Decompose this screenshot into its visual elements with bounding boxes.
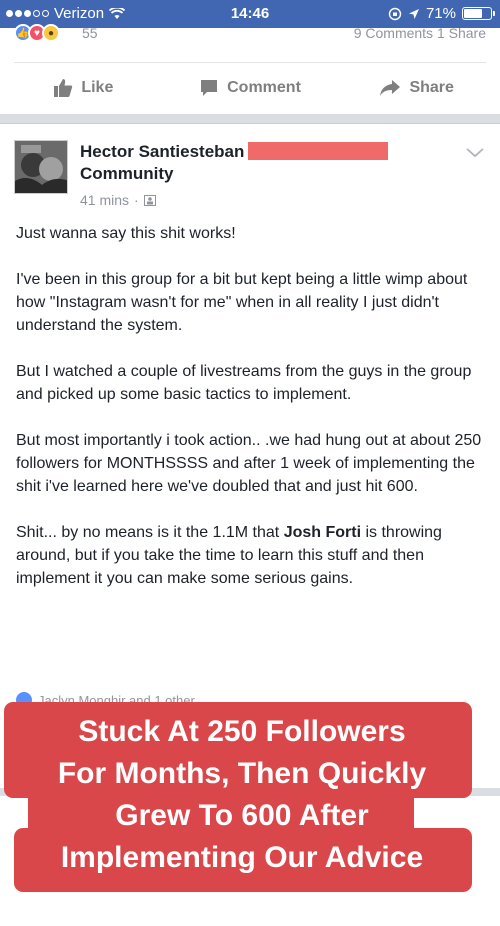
chevron-down-icon[interactable] xyxy=(466,148,484,158)
profile-photo xyxy=(15,141,67,193)
author-name[interactable]: Hector Santiesteban xyxy=(80,142,244,161)
post-action-bar: Like Comment Share xyxy=(0,70,500,106)
overlay-caption: Stuck At 250 Followers For Months, Then … xyxy=(4,711,480,879)
post-author[interactable]: Hector Santiesteban Community xyxy=(80,141,460,185)
meta-separator: · xyxy=(134,192,139,208)
like-label: Like xyxy=(81,79,114,96)
comment-button[interactable]: Comment xyxy=(167,70,334,106)
reaction-count[interactable]: 55 xyxy=(82,25,98,41)
orientation-lock-icon xyxy=(388,7,402,20)
battery-icon xyxy=(462,7,495,20)
group-privacy-icon xyxy=(143,194,156,206)
like-button[interactable]: Like xyxy=(0,70,167,106)
status-right: 71% xyxy=(388,5,495,22)
divider xyxy=(14,62,486,63)
group-name[interactable]: Community xyxy=(80,164,174,183)
reaction-icons: 👍 ♥ ● xyxy=(14,24,60,42)
share-label: Share xyxy=(409,79,454,96)
caption-line: Implementing Our Advice xyxy=(60,841,424,874)
caption-line: Stuck At 250 Followers xyxy=(78,715,406,748)
post-time[interactable]: 41 mins xyxy=(80,192,129,208)
caption-line: Grew To 600 After xyxy=(115,799,369,832)
caption-line: For Months, Then Quickly xyxy=(57,757,427,790)
mentioned-user-link[interactable]: Josh Forti xyxy=(284,524,361,541)
post-text: Just wanna say this shit works! I've bee… xyxy=(16,222,486,613)
share-button[interactable]: Share xyxy=(333,70,500,106)
post-paragraph: I've been in this group for a bit but ke… xyxy=(16,271,468,334)
paragraph-text: Shit... by no means is it the 1.1M that xyxy=(16,524,284,541)
feed-separator xyxy=(0,114,500,124)
post-paragraph: Shit... by no means is it the 1.1M that … xyxy=(16,521,486,590)
post-paragraph: Just wanna say this shit works! xyxy=(16,225,236,242)
location-icon xyxy=(408,8,419,19)
battery-percent: 71% xyxy=(425,5,456,22)
post-meta: 41 mins · xyxy=(80,192,156,208)
comment-label: Comment xyxy=(227,79,301,96)
comment-icon xyxy=(201,80,218,96)
avatar[interactable] xyxy=(14,140,68,194)
battery-fill xyxy=(464,9,483,18)
comments-shares-count[interactable]: 9 Comments 1 Share xyxy=(354,25,486,41)
post-paragraph: But most importantly i took action.. .we… xyxy=(16,432,482,495)
wow-reaction-icon: ● xyxy=(42,24,60,42)
share-arrow-icon xyxy=(380,80,401,96)
redaction-bar xyxy=(248,142,389,160)
post-paragraph: But I watched a couple of livestreams fr… xyxy=(16,363,472,403)
reactions-summary[interactable]: 👍 ♥ ● 55 9 Comments 1 Share xyxy=(14,24,486,46)
thumbs-up-icon xyxy=(54,79,73,97)
